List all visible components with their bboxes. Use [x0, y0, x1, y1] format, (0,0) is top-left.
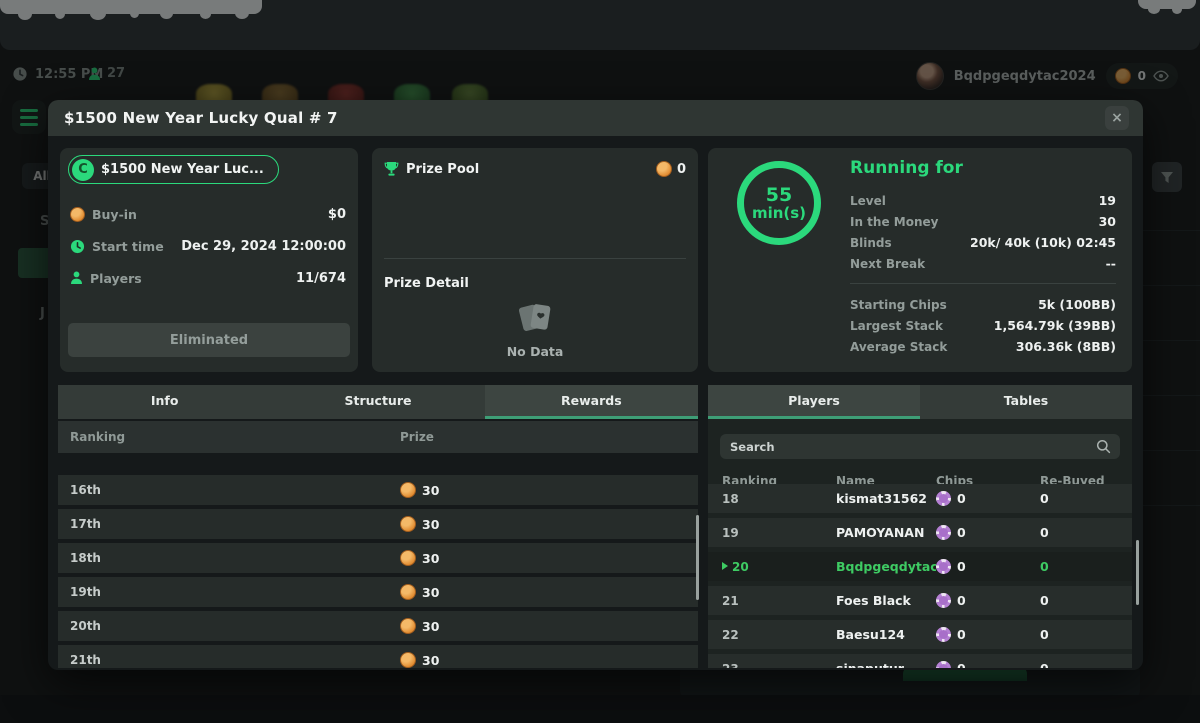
coin-icon	[656, 161, 672, 177]
tab-players[interactable]: Players	[708, 385, 920, 419]
search-input[interactable]	[720, 434, 1120, 459]
table-row[interactable]: 18 kismat31562 0 0	[708, 484, 1132, 513]
table-row[interactable]: 22 Baesu124 0 0	[708, 620, 1132, 649]
prize-pool-amount: 0	[677, 162, 686, 177]
current-player-marker-icon	[722, 562, 728, 570]
table-row[interactable]: 18th 30	[58, 543, 698, 573]
app-root: 12:55 PM 27 Bqdpgeqdytac2024 0 All	[0, 0, 1200, 723]
modal-title: $1500 New Year Lucky Qual # 7	[64, 109, 338, 127]
rewards-scrollbar[interactable]	[696, 515, 699, 600]
chip-icon	[936, 593, 951, 608]
status-row-level: Level19	[850, 190, 1116, 211]
rewards-panel: Info Structure Rewards Ranking Prize 16t…	[58, 385, 698, 668]
players-content: Ranking Name Chips Re-Buyed 18 kismat315…	[708, 419, 1132, 668]
modal-header: $1500 New Year Lucky Qual # 7 ×	[48, 100, 1143, 136]
players-panel: Players Tables Ranking Name Chips Re-Buy…	[708, 385, 1132, 668]
col-ranking: Ranking	[70, 430, 400, 444]
start-time-row: Start time Dec 29, 2024 12:00:00	[70, 237, 346, 255]
players-value: 11/674	[296, 271, 346, 286]
prize-pool-card: Prize Pool 0 Prize Detail No Data	[372, 148, 698, 372]
tournament-logo-icon: C	[72, 159, 94, 181]
players-label: Players	[90, 271, 142, 286]
divider	[384, 258, 686, 259]
timer-value: 55	[766, 185, 792, 205]
running-status-card: 55 min(s) Running for Level19 In the Mon…	[708, 148, 1132, 372]
tournament-info-card: C $1500 New Year Luc... Buy-in $0 Start …	[60, 148, 358, 372]
table-row[interactable]: 19th 30	[58, 577, 698, 607]
status-row-largest-stack: Largest Stack1,564.79k (39BB)	[850, 315, 1116, 336]
start-time-label: Start time	[92, 239, 164, 254]
table-row[interactable]: 21th 30	[58, 645, 698, 668]
start-time-value: Dec 29, 2024 12:00:00	[181, 239, 346, 254]
table-row[interactable]: 21 Foes Black 0 0	[708, 586, 1132, 615]
running-for-heading: Running for	[850, 158, 1116, 178]
table-row[interactable]: 16th 30	[58, 475, 698, 505]
no-data-text: No Data	[507, 344, 564, 359]
tab-structure[interactable]: Structure	[271, 385, 484, 419]
status-row-blinds: Blinds20k/ 40k (10k) 02:45	[850, 232, 1116, 253]
buyin-row: Buy-in $0	[70, 205, 346, 223]
coin-icon	[70, 207, 85, 222]
chip-icon	[936, 491, 951, 506]
status-row-starting-chips: Starting Chips5k (100BB)	[850, 294, 1116, 315]
tab-tables[interactable]: Tables	[920, 385, 1132, 419]
status-row-break: Next Break--	[850, 253, 1116, 274]
col-prize: Prize	[400, 430, 698, 444]
table-row[interactable]: 17th 30	[58, 509, 698, 539]
search-icon[interactable]	[1096, 439, 1111, 454]
tournament-timer: 55 min(s)	[737, 161, 821, 245]
trophy-icon	[384, 161, 399, 177]
coin-icon	[400, 482, 416, 498]
divider	[850, 283, 1116, 284]
close-button[interactable]: ×	[1105, 106, 1129, 130]
coin-icon	[400, 618, 416, 634]
rewards-table-header: Ranking Prize	[58, 421, 698, 453]
chip-icon	[936, 525, 951, 540]
coin-icon	[400, 584, 416, 600]
players-row: Players 11/674	[70, 269, 346, 287]
tournament-name-pill[interactable]: C $1500 New Year Luc...	[68, 155, 279, 184]
status-row-itm: In the Money30	[850, 211, 1116, 232]
table-row[interactable]: 23 sinaputur 0 0	[708, 654, 1132, 668]
chip-icon	[936, 627, 951, 642]
players-icon	[70, 271, 83, 285]
table-row-current-user[interactable]: 20 Bqdpgeqdytac: 0 0	[708, 552, 1132, 581]
prize-pool-title: Prize Pool	[406, 162, 479, 177]
tournament-name-short: $1500 New Year Luc...	[101, 162, 264, 177]
table-row[interactable]: 19 PAMOYANAN 0 0	[708, 518, 1132, 547]
status-row-average-stack: Average Stack306.36k (8BB)	[850, 336, 1116, 357]
players-scrollbar[interactable]	[1136, 540, 1139, 605]
chip-icon	[936, 559, 951, 574]
players-table-body: 18 kismat31562 0 0 19 PAMOYANAN 0 0 20 B…	[708, 484, 1132, 668]
no-data-block: No Data	[372, 300, 698, 359]
prize-detail-title: Prize Detail	[384, 276, 469, 291]
chip-icon	[936, 661, 951, 668]
coin-icon	[400, 652, 416, 668]
clock-icon	[70, 239, 85, 254]
buyin-label: Buy-in	[92, 207, 137, 222]
coin-icon	[400, 516, 416, 532]
search-box	[720, 434, 1120, 459]
tab-info[interactable]: Info	[58, 385, 271, 419]
cards-icon	[515, 300, 555, 336]
table-row[interactable]: 20th 30	[58, 611, 698, 641]
coin-icon	[400, 550, 416, 566]
buyin-value: $0	[328, 207, 346, 222]
tournament-modal: $1500 New Year Lucky Qual # 7 × C $1500 …	[48, 100, 1143, 670]
timer-unit: min(s)	[752, 205, 806, 222]
eliminated-button[interactable]: Eliminated	[68, 323, 350, 357]
tab-rewards[interactable]: Rewards	[485, 385, 698, 419]
rewards-table-body: 16th 30 17th 30 18th 30 19th 30 20th 3	[58, 475, 698, 668]
